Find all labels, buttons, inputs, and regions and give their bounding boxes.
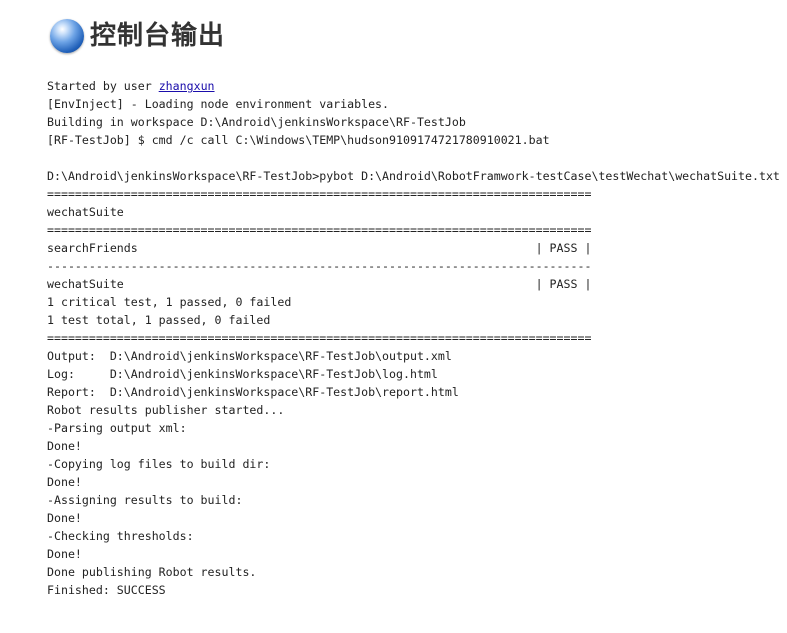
user-link[interactable]: zhangxun bbox=[159, 79, 215, 93]
console-separator: ========================================… bbox=[47, 187, 592, 201]
console-line-started: Started by user zhangxun bbox=[47, 77, 780, 95]
console-line: Report: D:\Android\jenkinsWorkspace\RF-T… bbox=[47, 385, 459, 399]
console-line: -Assigning results to build: bbox=[47, 493, 243, 507]
console-separator: ========================================… bbox=[47, 223, 592, 237]
console-line: 1 test total, 1 passed, 0 failed bbox=[47, 313, 271, 327]
console-output: Started by user zhangxun [EnvInject] - Lo… bbox=[47, 77, 780, 599]
console-line: -Parsing output xml: bbox=[47, 421, 187, 435]
console-line: Robot results publisher started... bbox=[47, 403, 285, 417]
test-result-line: searchFriends | PASS | bbox=[47, 241, 592, 255]
console-line: -Checking thresholds: bbox=[47, 529, 194, 543]
console-line: Output: D:\Android\jenkinsWorkspace\RF-T… bbox=[47, 349, 452, 363]
console-line: -Copying log files to build dir: bbox=[47, 457, 271, 471]
console-line: Building in workspace D:\Android\jenkins… bbox=[47, 115, 466, 129]
console-line: Done! bbox=[47, 547, 82, 561]
page-header: 控制台输出 bbox=[50, 17, 225, 55]
console-line: wechatSuite bbox=[47, 205, 124, 219]
console-line: 1 critical test, 1 passed, 0 failed bbox=[47, 295, 292, 309]
console-line: Log: D:\Android\jenkinsWorkspace\RF-Test… bbox=[47, 367, 438, 381]
suite-result-line: wechatSuite | PASS | bbox=[47, 277, 592, 291]
console-line: Done! bbox=[47, 511, 82, 525]
console-separator: ========================================… bbox=[47, 331, 592, 345]
page-title: 控制台输出 bbox=[90, 21, 226, 51]
console-line: [RF-TestJob] $ cmd /c call C:\Windows\TE… bbox=[47, 133, 550, 147]
console-line: Done publishing Robot results. bbox=[47, 565, 257, 579]
console-separator: ----------------------------------------… bbox=[47, 259, 592, 273]
console-line: [EnvInject] - Loading node environment v… bbox=[47, 97, 390, 111]
blue-orb-icon bbox=[50, 19, 84, 53]
console-line: Done! bbox=[47, 439, 82, 453]
started-by-label: Started by user bbox=[47, 79, 159, 93]
console-line-finished: Finished: SUCCESS bbox=[47, 583, 166, 597]
console-line: D:\Android\jenkinsWorkspace\RF-TestJob>p… bbox=[47, 169, 780, 183]
console-line: Done! bbox=[47, 475, 82, 489]
